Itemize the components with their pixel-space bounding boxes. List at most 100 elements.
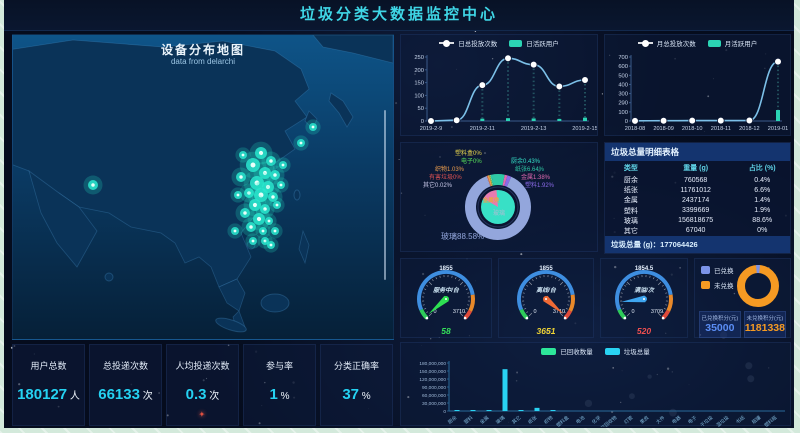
kpi-value: 180127 人 [13, 386, 84, 403]
swatch-icon [605, 348, 620, 355]
gauge-overflow-panel: 1854.5满溢/次03709520 [600, 258, 688, 338]
svg-text:电子: 电子 [686, 414, 698, 426]
table-cell: 88.6% [734, 217, 790, 224]
monthly-drop-chart-panel: 月总投放次数月活跃用户 01002003004005006007002018-0… [604, 34, 791, 136]
monthly-chart-legend: 月总投放次数 月活跃用户 [605, 35, 790, 51]
legend-label: 月总投放次数 [657, 38, 696, 48]
svg-text:300: 300 [618, 92, 628, 98]
svg-text:400: 400 [618, 82, 628, 88]
table-row: 厨余7605680.4% [605, 175, 790, 185]
table-row: 纸张117610126.6% [605, 185, 790, 195]
device-cluster-dot [235, 147, 250, 162]
bar-织物 [551, 410, 556, 411]
kpi-card-3: 参与率1 % [243, 344, 316, 426]
svg-text:书纸: 书纸 [734, 414, 746, 426]
gauge-in-service-canvas: 1855服务中/台0371058 [401, 259, 491, 337]
daily-drop-chart-panel: 日总投放次数 日活跃用户 0501001502002502019-2-92019-… [400, 34, 598, 136]
svg-text:30,000,000: 30,000,000 [422, 401, 446, 407]
pie-label-其它: 其它0.02% [423, 180, 452, 189]
daily-legend-item-1[interactable]: 日活跃用户 [509, 38, 559, 48]
gauge-offline-panel: 1855离线/台037103651 [498, 258, 594, 338]
svg-text:2018-09: 2018-09 [653, 126, 674, 132]
svg-text:150: 150 [414, 81, 424, 87]
bar-其它 [519, 410, 524, 411]
bar-玻璃 [503, 369, 508, 411]
table-row: 金属24371741.4% [605, 195, 790, 205]
table-cell: 玻璃 [605, 216, 657, 226]
monthly-legend-item-1[interactable]: 月活跃用户 [708, 38, 758, 48]
exchange-legend: 已兑换未兑换 [701, 265, 734, 290]
map-scrollbar[interactable] [384, 110, 386, 280]
svg-text:金属: 金属 [478, 414, 490, 426]
dashboard-root: 垃圾分类大数据监控中心 设备分布地图 data from delarchi 日总… [4, 0, 794, 428]
table-cell: 11761012 [657, 187, 735, 194]
svg-text:化学: 化学 [590, 414, 602, 426]
gauge-in-service-panel: 1855服务中/台0371058 [400, 258, 492, 338]
kpi-value: 37 % [321, 386, 392, 403]
svg-text:电器: 电器 [670, 414, 682, 426]
svg-text:180,000,000: 180,000,000 [419, 361, 446, 367]
pie-label-玻璃: 玻璃88.58% [441, 231, 484, 242]
device-cluster-dot [293, 135, 308, 150]
kpi-label: 参与率 [244, 359, 315, 372]
table-cell: 纸张 [605, 185, 657, 195]
svg-text:2018-12: 2018-12 [739, 126, 760, 132]
table-cell: 厨余 [605, 175, 657, 185]
kpi-label: 分类正确率 [321, 359, 392, 372]
legend-label: 日活跃用户 [526, 38, 559, 48]
table-cell: 760568 [657, 177, 735, 184]
svg-text:2019-2-13: 2019-2-13 [521, 126, 547, 132]
table-cell: 6.6% [734, 187, 790, 194]
device-cluster-dot [232, 168, 251, 187]
swatch-icon [509, 40, 522, 47]
device-cluster-dot [273, 177, 288, 192]
table-cell: 2437174 [657, 197, 735, 204]
swatch-icon [701, 266, 710, 274]
exchange-legend-item-1[interactable]: 未兑换 [701, 280, 734, 290]
table-row: 玻璃15681867588.6% [605, 216, 790, 226]
svg-text:2019-01: 2019-01 [768, 126, 789, 132]
daily-chart-canvas: 0501001502002502019-2-92019-2-112019-2-1… [401, 51, 597, 135]
monthly-legend-item-0[interactable]: 月总投放次数 [638, 38, 696, 48]
exchange-stat-box: 已兑换积分(元)35000 [699, 311, 741, 338]
svg-text:2019-2-15: 2019-2-15 [572, 126, 597, 132]
page-title: 垃圾分类大数据监控中心 [4, 0, 794, 30]
device-cluster-dot [275, 157, 290, 172]
pie-label-电子: 电子0% [461, 156, 482, 165]
svg-text:2018-10: 2018-10 [682, 126, 703, 132]
svg-text:果皮: 果皮 [638, 414, 650, 426]
kpi-value: 66133 次 [90, 386, 161, 403]
map-subtitle: data from delarchi [13, 57, 393, 66]
svg-text:3709: 3709 [651, 309, 663, 315]
kpi-label: 总投递次数 [90, 359, 161, 372]
legend-label: 已回收数量 [560, 346, 593, 356]
table-footer-total: 垃圾总量 (g)：177064426 [605, 236, 790, 253]
svg-text:3710: 3710 [453, 309, 465, 315]
svg-text:塑料盒: 塑料盒 [555, 414, 571, 427]
line-marker-icon [439, 42, 454, 44]
kpi-card-1: 总投递次数 66133 次 [89, 344, 162, 426]
device-cluster-dot [84, 176, 103, 195]
device-cluster-dot [305, 119, 320, 134]
svg-text:600: 600 [618, 64, 628, 70]
svg-text:700: 700 [618, 55, 628, 61]
device-cluster-dot [267, 223, 282, 238]
kpi-label: 人均投递次数 [167, 359, 238, 372]
svg-text:0: 0 [625, 119, 628, 125]
bar-legend-item-1[interactable]: 垃圾总量 [605, 346, 650, 356]
svg-text:3651: 3651 [537, 326, 556, 336]
exchange-legend-item-0[interactable]: 已兑换 [701, 265, 734, 275]
table-header-row: 类型重量 (g)占比 (%) [605, 161, 790, 175]
svg-text:90,000,000: 90,000,000 [422, 385, 446, 391]
svg-text:金属类: 金属类 [482, 196, 500, 204]
daily-legend-item-0[interactable]: 日总投放次数 [439, 38, 497, 48]
exchange-stat-label: 未兑换积分(元) [745, 314, 785, 322]
bar-chart-canvas: 030,000,00060,000,00090,000,000120,000,0… [401, 359, 790, 427]
legend-label: 垃圾总量 [624, 346, 650, 356]
bar-legend-item-0[interactable]: 已回收数量 [541, 346, 593, 356]
legend-label: 已兑换 [714, 265, 734, 275]
table-cell: 0.4% [734, 177, 790, 184]
svg-text:2018-08: 2018-08 [625, 126, 646, 132]
table-row: 其它670400% [605, 226, 790, 236]
bar-塑料 [471, 410, 476, 411]
